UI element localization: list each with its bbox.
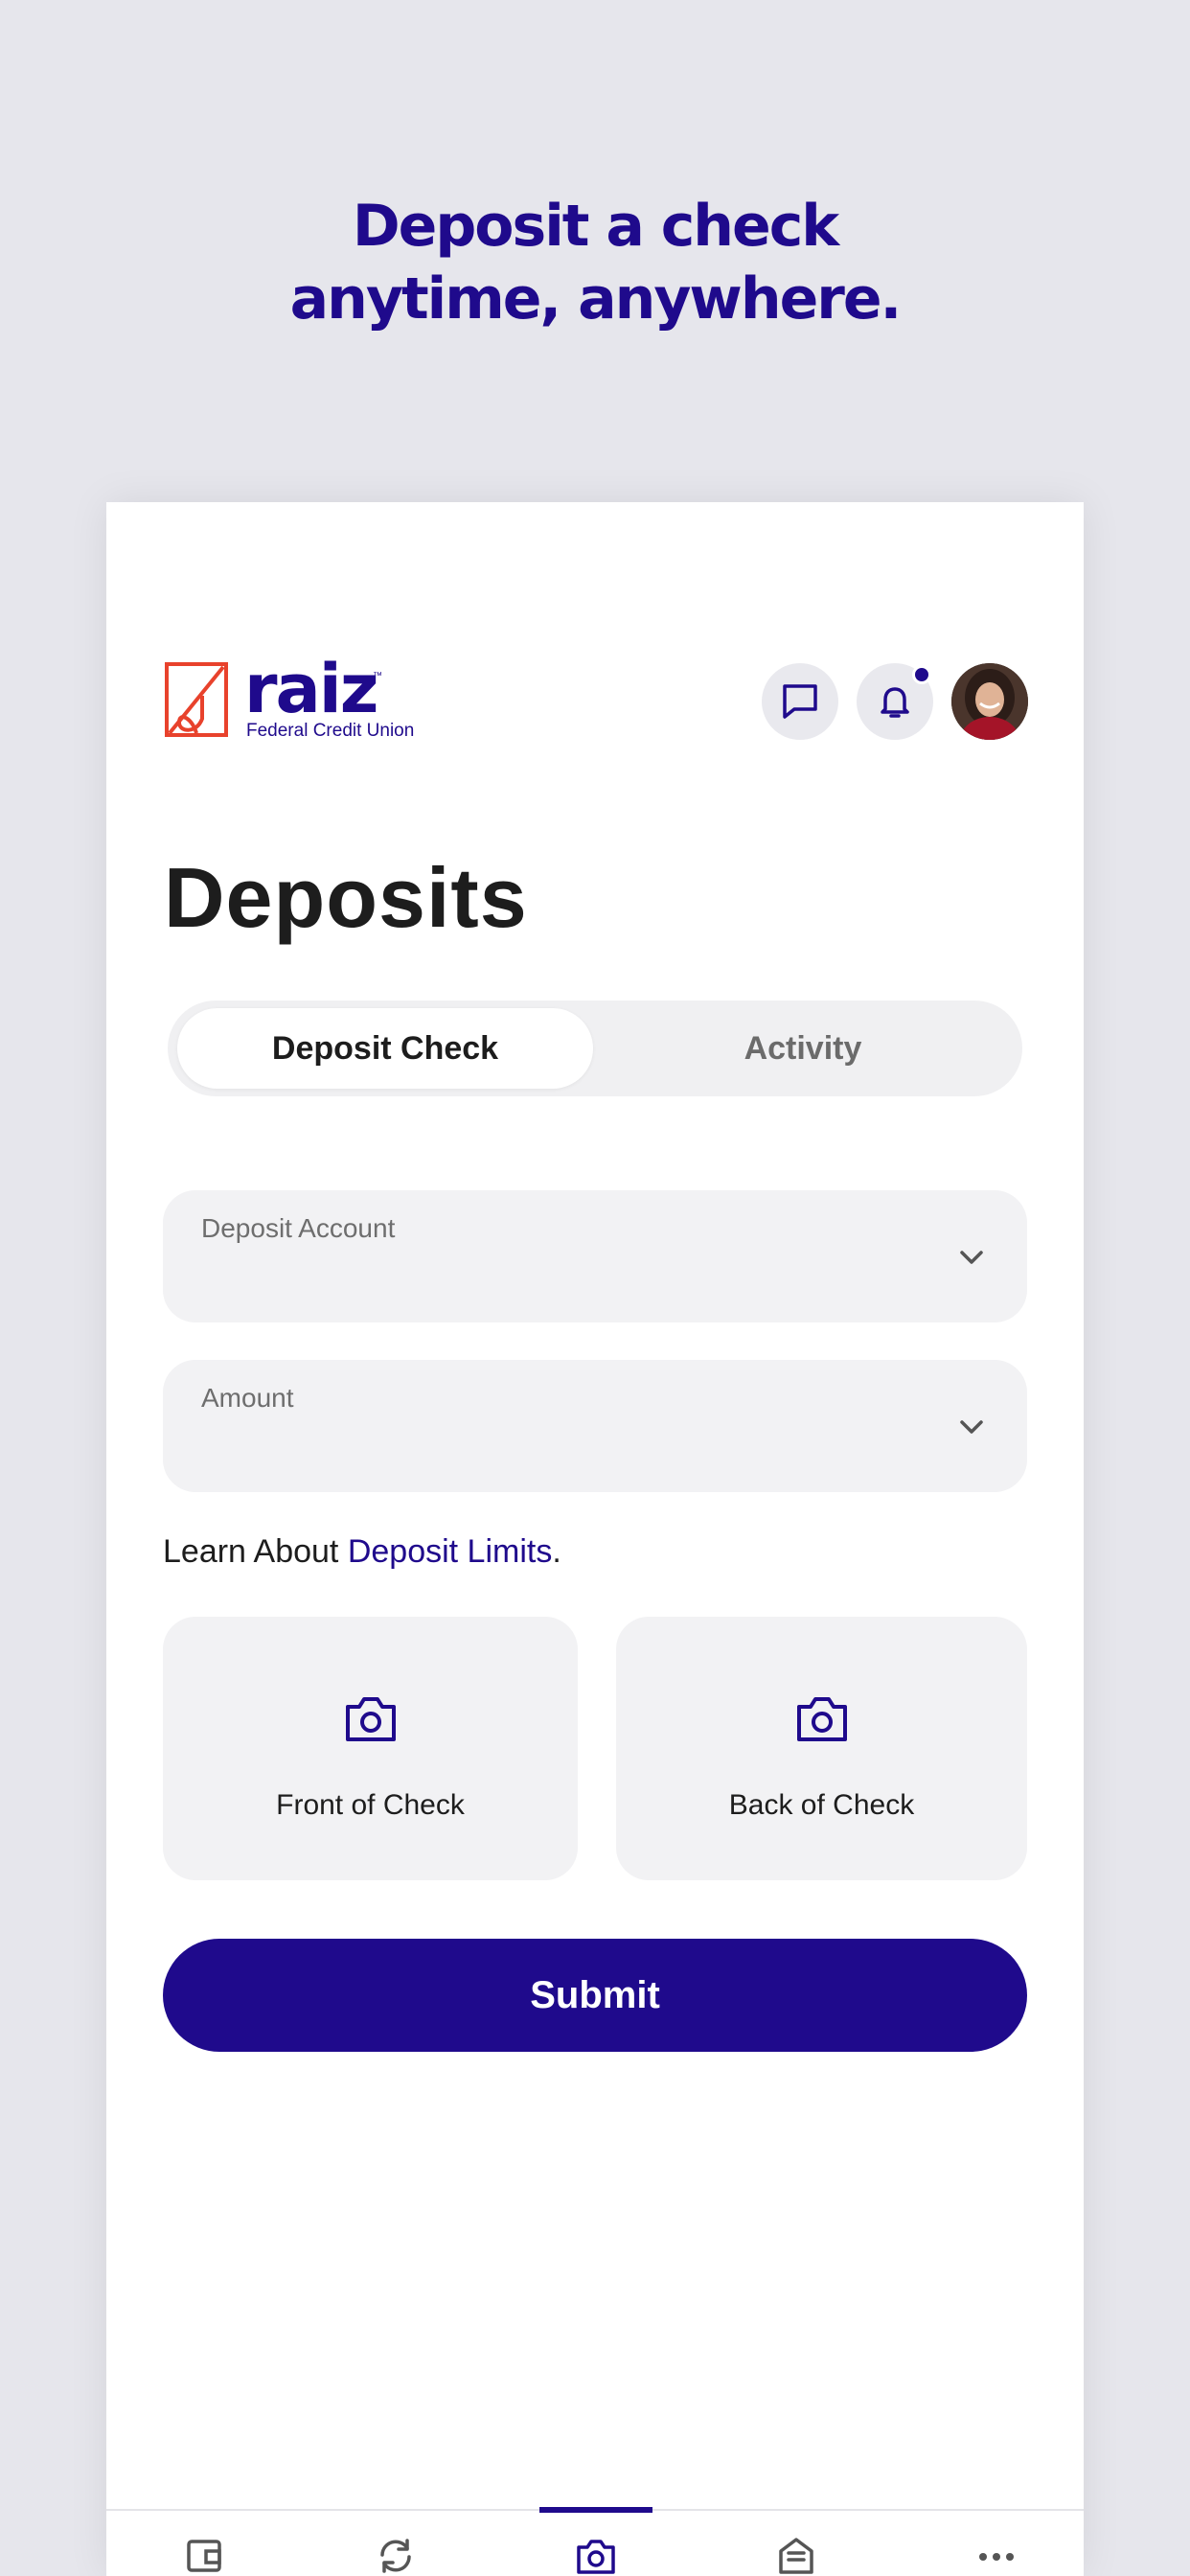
deposit-account-label: Deposit Account [201,1213,396,1243]
active-tab-indicator [539,2507,652,2513]
camera-icon [796,1697,847,1741]
raiz-logo: raiz ™ Federal Credit Union [164,656,451,741]
promo-headline-line1: Deposit a check [352,193,839,260]
back-of-check-label: Back of Check [728,1789,915,1821]
wallet-icon [187,2540,221,2572]
back-of-check-button[interactable]: Back of Check [616,1617,1027,1880]
deposit-limits-link[interactable]: Deposit Limits [348,1533,553,1570]
bell-icon [881,687,909,718]
logo-subtitle: Federal Credit Union [246,721,415,741]
logo-trademark: ™ [373,671,382,681]
transfer-icon [380,2539,411,2573]
promo-headline-line2: anytime, anywhere. [289,265,903,333]
limits-suffix: . [552,1533,561,1570]
deposit-limits-text: Learn About Deposit Limits. [163,1533,561,1571]
chevron-down-icon [960,1251,983,1264]
deposit-tabs: Deposit Check Activity [168,1000,1022,1096]
raiz-logo-mark-icon [165,662,228,737]
tab-activity[interactable]: Activity [595,1008,1011,1089]
notification-dot [912,665,931,684]
page-title: Deposits [164,850,528,945]
chat-bubble-icon [783,684,817,719]
notifications-button[interactable] [857,663,933,740]
more-icon [979,2553,1014,2561]
camera-icon [577,2540,615,2574]
bottom-tab-bar [106,2507,1084,2576]
avatar-photo-icon [951,663,1028,740]
app-screen: raiz ™ Federal Credit Union Deposits Dep… [106,502,1084,2576]
tab-transfers[interactable] [367,2534,424,2576]
submit-button[interactable]: Submit [163,1939,1027,2052]
promo-headline: Deposit a check anytime, anywhere. [0,190,1190,335]
amount-label: Amount [201,1383,294,1413]
profile-avatar[interactable] [951,663,1028,740]
front-of-check-button[interactable]: Front of Check [163,1617,578,1880]
inbox-icon [779,2538,813,2574]
tab-messages[interactable] [767,2534,825,2576]
front-of-check-label: Front of Check [276,1789,465,1821]
chevron-down-icon [960,1420,983,1434]
camera-icon [345,1697,396,1741]
tab-accounts[interactable] [175,2534,233,2576]
chat-button[interactable] [762,663,838,740]
deposit-account-select[interactable]: Deposit Account [163,1190,1027,1322]
tab-deposit-check[interactable]: Deposit Check [177,1008,593,1089]
amount-select[interactable]: Amount [163,1360,1027,1492]
logo-wordmark: raiz [244,650,378,728]
tab-deposits[interactable] [567,2534,625,2576]
limits-prefix: Learn About [163,1533,348,1570]
tab-more[interactable] [968,2534,1025,2576]
